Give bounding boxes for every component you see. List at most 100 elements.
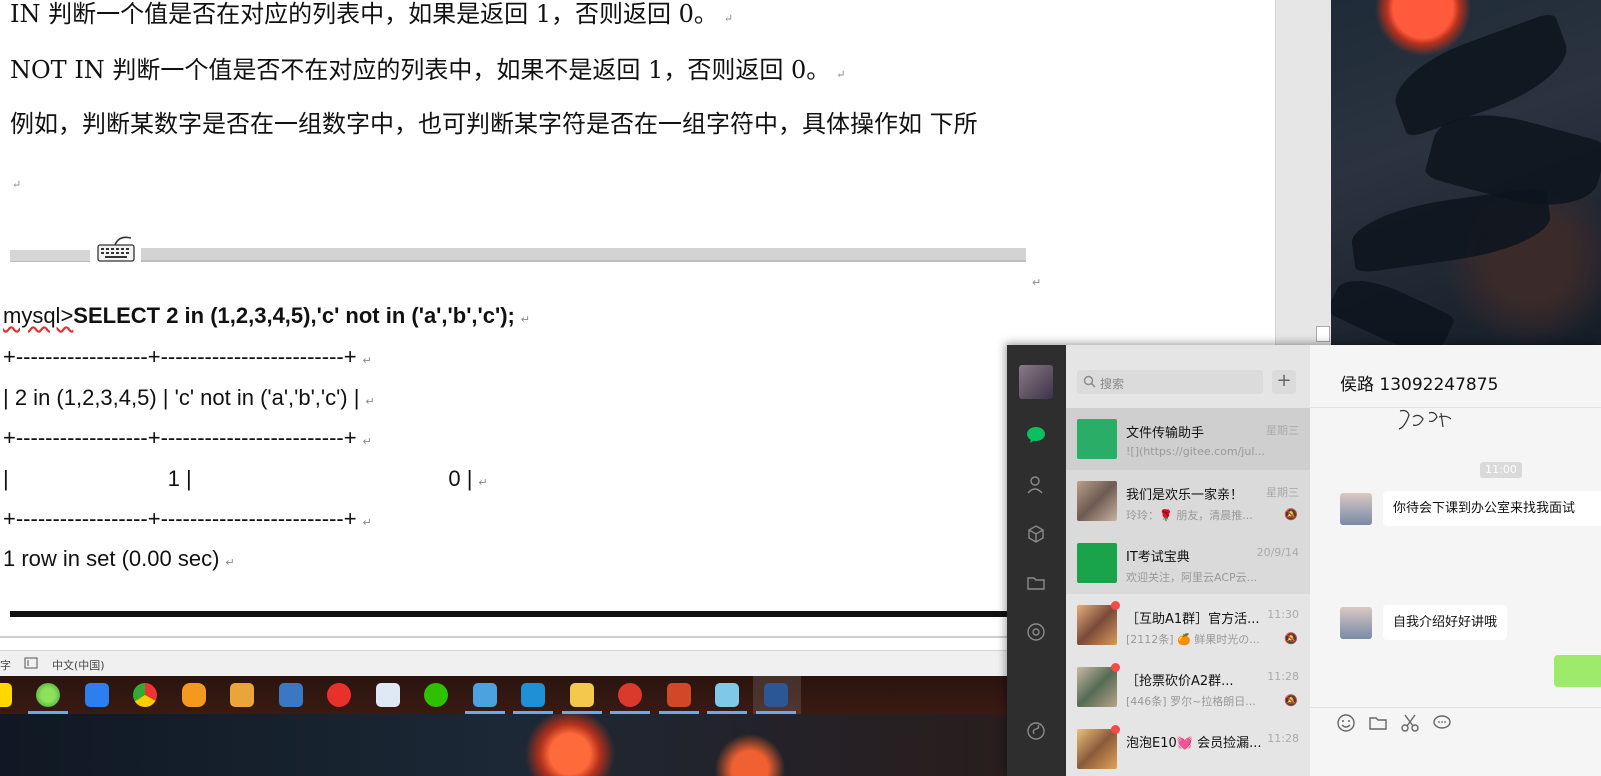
red-app-icon[interactable] (327, 683, 351, 707)
favorites-icon[interactable] (1026, 524, 1046, 544)
code-table-border-top: +------------------+--------------------… (3, 344, 372, 369)
conversation-title: 侯路 13092247875 (1340, 375, 1499, 395)
keyboard-icon (97, 236, 135, 262)
scroll-corner[interactable] (1316, 326, 1330, 342)
chat-time: 11:30 (1267, 608, 1299, 621)
chat-item[interactable]: 泡泡E10💓 会员捡漏... 11:28 (1066, 718, 1310, 776)
unread-dot (1111, 663, 1120, 672)
mute-bell-icon: 🔕 (1284, 508, 1298, 521)
vmware-icon[interactable] (521, 683, 545, 707)
mini-program-icon[interactable] (1026, 721, 1046, 741)
search-icon (1083, 375, 1096, 388)
code-query-line: mysql>SELECT 2 in (1,2,3,4,5),'c' not in… (3, 303, 531, 328)
desktop-wallpaper (1326, 0, 1601, 364)
message-bubble[interactable]: 你待会下课到办公室来找我面试 (1383, 491, 1601, 526)
unread-dot (1111, 601, 1120, 610)
mute-bell-icon: 🔕 (1284, 632, 1298, 645)
proofing-icon[interactable] (24, 657, 38, 669)
chat-preview: ![](https://gitee.com/jul... (1126, 445, 1265, 458)
chat-history-icon[interactable] (1432, 713, 1452, 733)
chat-time: 星期三 (1266, 486, 1299, 499)
chat-time: 11:28 (1267, 670, 1299, 683)
chat-item[interactable]: IT考试宝典 20/9/14 欢迎关注，阿里云ACP云... (1066, 532, 1310, 594)
folder-icon[interactable] (1026, 573, 1046, 593)
chat-icon[interactable] (1026, 425, 1046, 445)
text-line-example: 例如，判断某数字是否在一组数字中，也可判断某字符是否在一组字符中，具体操作如 下… (10, 110, 978, 138)
qq-music-icon[interactable] (182, 683, 206, 707)
360-browser-icon[interactable] (36, 683, 60, 707)
contacts-icon[interactable] (1026, 475, 1046, 495)
add-chat-button[interactable]: + (1272, 370, 1296, 394)
status-language[interactable]: 中文(中国) (52, 657, 105, 673)
windows-start-icon[interactable] (0, 683, 12, 707)
mute-bell-icon: 🔕 (1284, 694, 1298, 707)
chat-item[interactable]: 文件传输助手 星期三 ![](https://gitee.com/jul... (1066, 408, 1310, 470)
message-bubble[interactable]: 自我介绍好好讲哦 (1383, 605, 1508, 640)
chat-time: 20/9/14 (1256, 546, 1299, 559)
chat-name: 我们是欢乐一家亲！ (1126, 488, 1244, 503)
folder-icon[interactable] (570, 683, 594, 707)
moments-icon[interactable] (1026, 622, 1046, 642)
notes-icon[interactable] (715, 683, 739, 707)
group-avatar (1077, 667, 1117, 707)
chrome-icon[interactable] (133, 683, 157, 707)
it-exam-avatar (1077, 543, 1117, 583)
powerpoint-icon[interactable] (667, 683, 691, 707)
empty-paragraph-mark: ↵ (12, 178, 22, 191)
thick-horizontal-rule (10, 611, 1010, 617)
unread-dot (1111, 725, 1120, 734)
group-avatar (1077, 605, 1117, 645)
horizontal-rule-left (10, 250, 90, 262)
wechat-icon[interactable] (424, 683, 448, 707)
chat-name: ［互助A1群］官方活... (1126, 612, 1260, 627)
chat-item[interactable]: 我们是欢乐一家亲！ 星期三 玲玲：🌹 朋友，清晨推... 🔕 (1066, 470, 1310, 532)
chat-item[interactable]: ［互助A1群］官方活... 11:30 [2112条] 🍊 鲜果时光の... 🔕 (1066, 594, 1310, 656)
code-table-border-mid: +------------------+--------------------… (3, 425, 372, 450)
screenshot-scissors-icon[interactable] (1400, 713, 1420, 733)
status-word-count[interactable]: 字 (0, 657, 11, 673)
remote-desktop-icon[interactable] (473, 683, 497, 707)
search-input[interactable]: 搜索 (1077, 370, 1263, 394)
chat-name: 文件传输助手 (1126, 426, 1205, 441)
file-icon[interactable] (1368, 713, 1388, 733)
search-placeholder: 搜索 (1100, 377, 1125, 391)
document-scrollbar[interactable] (1275, 0, 1331, 350)
avatar[interactable] (1019, 365, 1053, 399)
chat-name: ［抢票砍价A2群... (1126, 674, 1234, 689)
emoji-icon[interactable] (1336, 713, 1356, 733)
mail-icon[interactable] (376, 683, 400, 707)
word-status-bar: 字 中文(中国) (0, 650, 1010, 676)
code-table-header: | 2 in (1,2,3,4,5) | 'c' not in ('a','b'… (3, 385, 375, 410)
chat-preview: [446条] 罗尔~拉格朗日... (1126, 695, 1256, 708)
git-icon[interactable] (279, 683, 303, 707)
desktop-wallpaper-bottom (0, 714, 1010, 776)
code-table-row: | 1 | 0 | ↵ (3, 466, 488, 491)
chat-preview: [2112条] 🍊 鲜果时光の... (1126, 633, 1260, 646)
chat-preview: 玲玲：🌹 朋友，清晨推... (1126, 509, 1253, 522)
code-table-border-bottom: +------------------+--------------------… (3, 506, 372, 531)
chat-list-panel: 搜索 + 文件传输助手 星期三 ![](https://gitee.com/ju… (1066, 345, 1310, 776)
feishu-icon[interactable] (85, 683, 109, 707)
chat-time: 11:28 (1267, 732, 1299, 745)
chat-preview: 欢迎关注，阿里云ACP云... (1126, 571, 1258, 584)
contact-avatar[interactable] (1340, 607, 1372, 639)
chat-conversation-panel: 侯路 13092247875 11:00 你待会下课到办公室来找我面试 自我介绍… (1310, 345, 1601, 776)
horizontal-rule-right (141, 248, 1026, 262)
contact-avatar[interactable] (1340, 493, 1372, 525)
taskbar (0, 676, 1010, 714)
chat-name: IT考试宝典 (1126, 550, 1190, 565)
chat-name: 泡泡E10💓 会员捡漏... (1126, 736, 1261, 751)
chat-item[interactable]: ［抢票砍价A2群... 11:28 [446条] 罗尔~拉格朗日... 🔕 (1066, 656, 1310, 718)
word-icon[interactable] (764, 683, 788, 707)
file-manager-icon[interactable] (230, 683, 254, 707)
group-avatar (1077, 481, 1117, 521)
snail-app-icon[interactable] (618, 683, 642, 707)
file-transfer-avatar (1077, 419, 1117, 459)
chat-time: 星期三 (1266, 424, 1299, 437)
outgoing-message-bubble[interactable] (1554, 655, 1601, 687)
group-avatar (1077, 729, 1117, 769)
wechat-window: 搜索 + 文件传输助手 星期三 ![](https://gitee.com/ju… (1007, 345, 1601, 776)
paragraph-mark: ↵ (1032, 276, 1042, 289)
text-line-in: IN 判断一个值是否在对应的列表中，如果是返回 1，否则返回 0。 ↵ (10, 0, 734, 28)
code-result-footer: 1 row in set (0.00 sec) ↵ (3, 546, 235, 571)
